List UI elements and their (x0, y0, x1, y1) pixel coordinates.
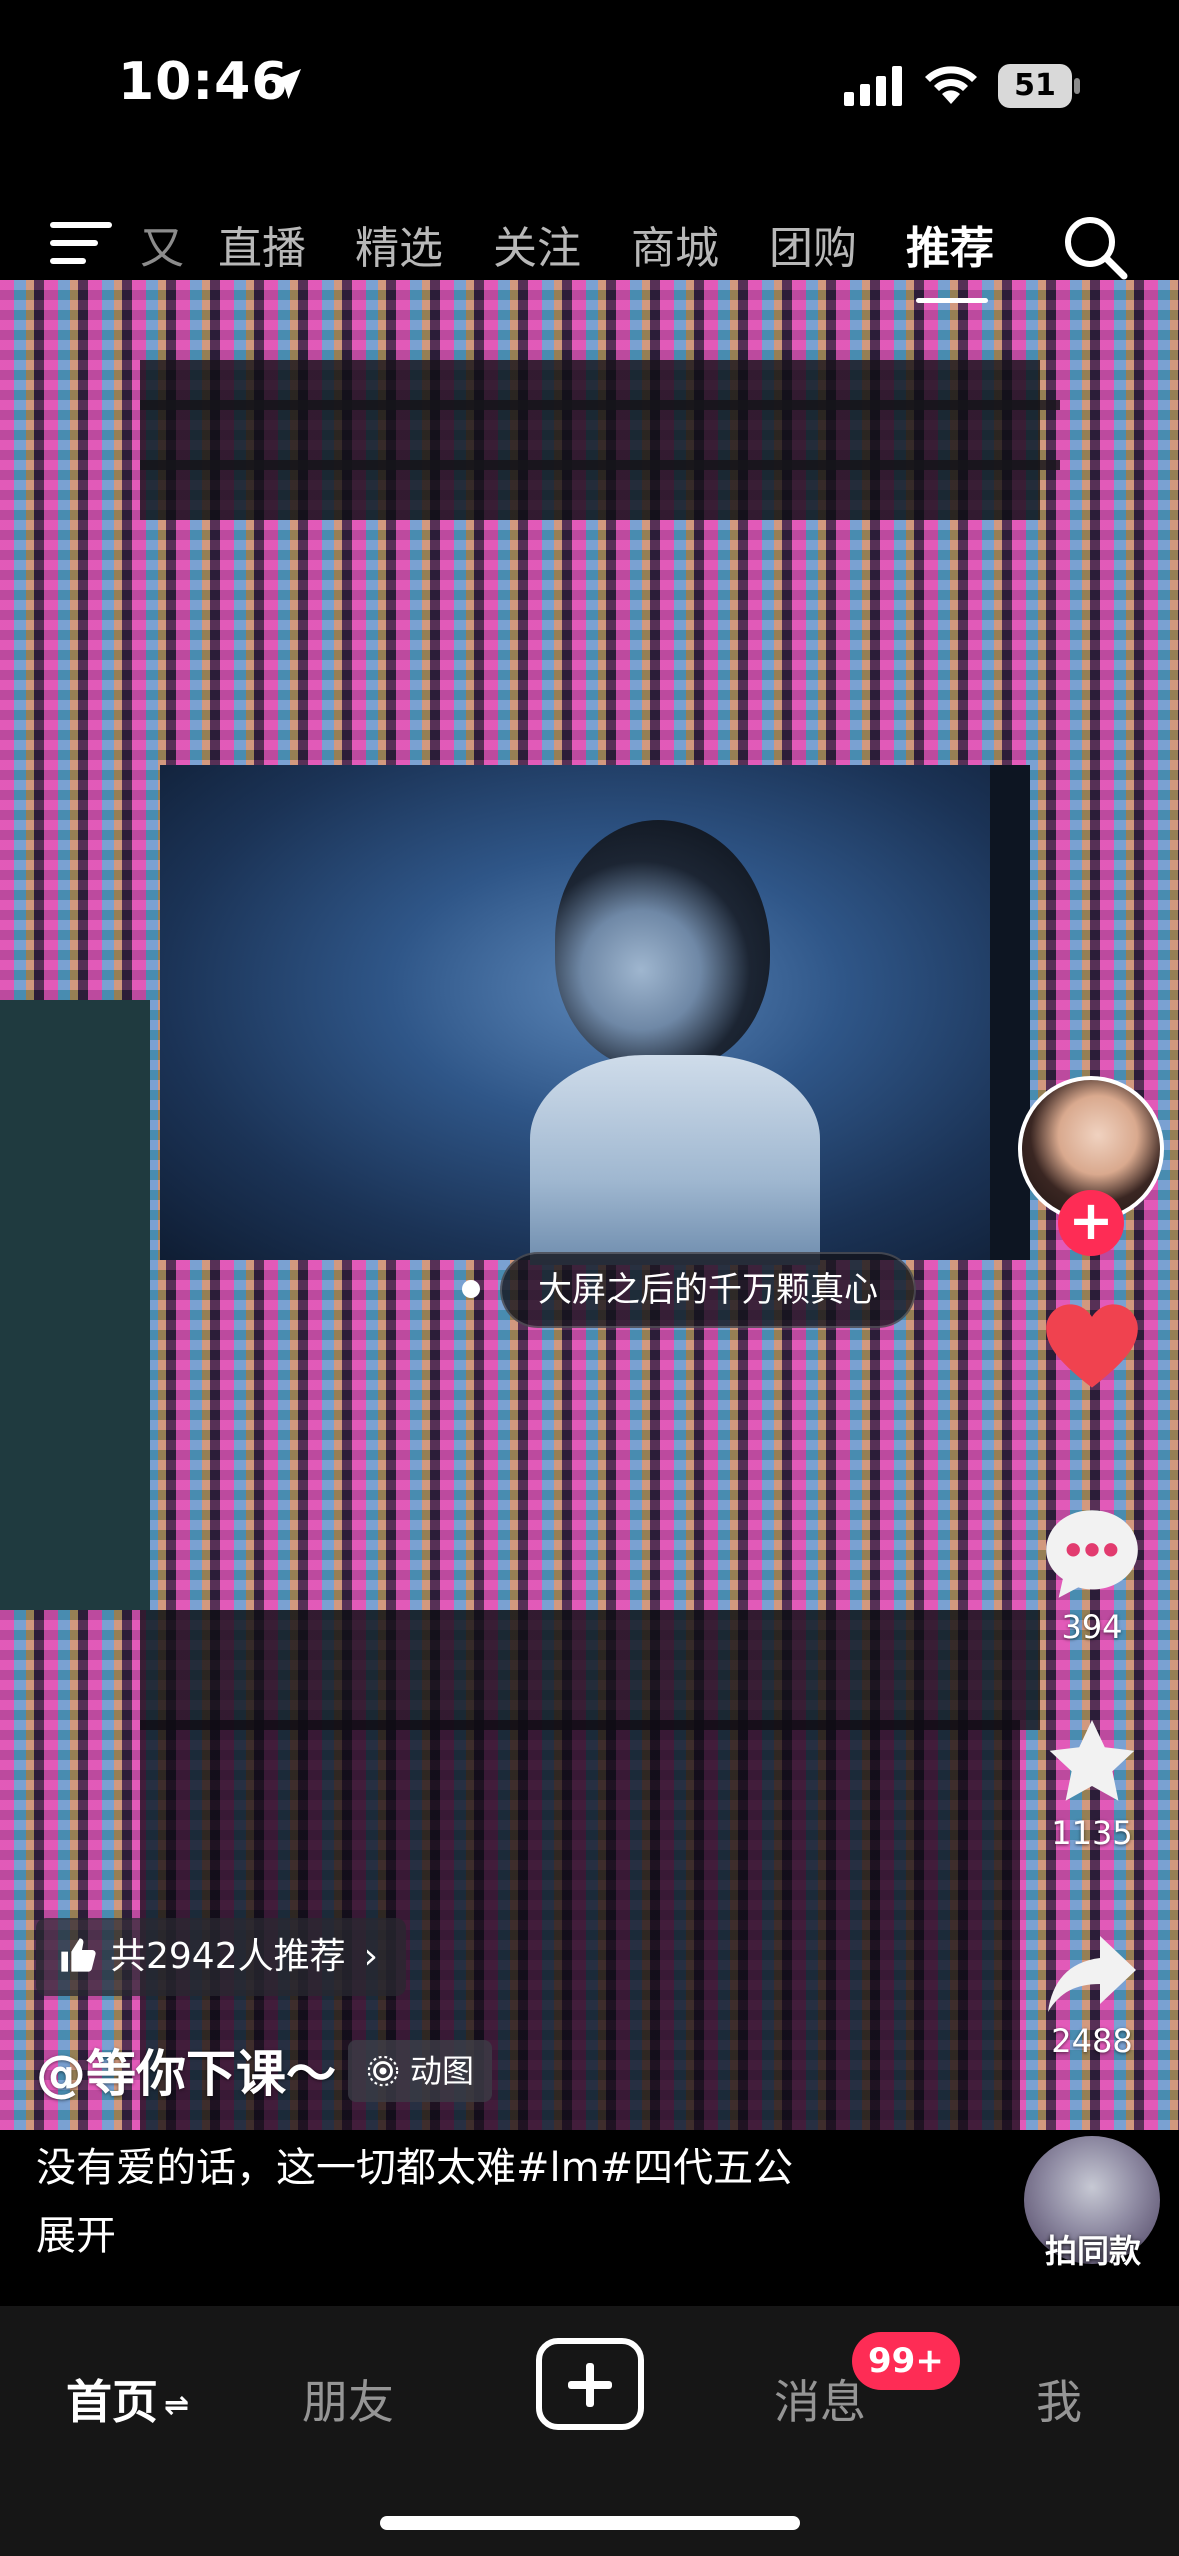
active-tab-indicator (916, 298, 988, 303)
like-button[interactable] (1030, 1300, 1154, 1392)
menu-icon[interactable] (50, 220, 112, 266)
stage-truss (140, 1610, 1040, 1730)
same-style-label[interactable]: 拍同款 (1030, 2226, 1156, 2272)
tab-friends[interactable]: 朋友 (302, 2366, 394, 2432)
tab-me[interactable]: 我 (1036, 2366, 1082, 2432)
battery-cap (1074, 78, 1080, 94)
video-description: 没有爱的话，这一切都太难#lm#四代五公 (36, 2145, 794, 2191)
share-button[interactable]: 2488 (1030, 1932, 1154, 2060)
favorite-button[interactable]: 1135 (1030, 1716, 1154, 1852)
tab-home[interactable]: 首页 ⇌ (66, 2366, 189, 2432)
status-time: 10:46 (118, 52, 289, 112)
animation-ring-icon (367, 2055, 399, 2087)
follow-button[interactable]: + (1058, 1190, 1124, 1256)
stage-beam (140, 400, 1060, 410)
screen-image (160, 765, 990, 1265)
heart-icon (1046, 1304, 1138, 1388)
messages-badge: 99+ (852, 2332, 960, 2390)
recommend-count-pill[interactable]: 共2942人推荐 › (36, 1918, 407, 1996)
performer-head (555, 820, 770, 1070)
tag-label: 动图 (410, 2052, 475, 2090)
tab-mall[interactable]: 商城 (631, 212, 719, 276)
comment-icon (1046, 1510, 1138, 1598)
battery-indicator: 51 (998, 64, 1080, 108)
expand-link[interactable]: 展开 (36, 2208, 116, 2264)
swap-icon: ⇌ (164, 2388, 190, 2423)
wifi-icon (925, 66, 977, 104)
star-icon (1049, 1720, 1135, 1801)
tab-recommend[interactable]: 推荐 (906, 212, 994, 276)
comment-count: 394 (1061, 1608, 1123, 1646)
bottom-tab-bar: 首页 ⇌ 朋友 消息 99+ 我 (0, 2306, 1179, 2556)
chevron-right-icon: › (363, 1936, 379, 1977)
share-arrow-icon (1048, 1936, 1136, 2012)
cellular-signal-icon (844, 66, 902, 106)
animated-tag[interactable]: 动图 (348, 2040, 493, 2102)
create-button[interactable] (536, 2338, 644, 2430)
tab-home-label: 首页 (66, 2375, 158, 2429)
tab-featured[interactable]: 精选 (355, 212, 443, 276)
video-player[interactable] (0, 280, 1179, 2130)
stage-screen (160, 765, 1030, 1265)
thumbs-up-icon (61, 1938, 96, 1972)
tab-messages[interactable]: 消息 (774, 2366, 866, 2432)
tab-live[interactable]: 直播 (218, 212, 306, 276)
status-bar: 10:46 51 (0, 0, 1179, 180)
share-count: 2488 (1051, 2022, 1133, 2060)
tab-group-buy[interactable]: 团购 (769, 212, 857, 276)
search-icon[interactable] (1062, 214, 1128, 280)
favorite-count: 1135 (1051, 1814, 1133, 1852)
top-nav: 又 直播 精选 关注 商城 团购 推荐 (0, 200, 1179, 303)
home-indicator (380, 2516, 800, 2530)
battery-level: 51 (1014, 68, 1056, 103)
tab-following[interactable]: 关注 (493, 212, 581, 276)
stage-wall (0, 1000, 150, 1610)
stage-beam (140, 460, 1060, 470)
author-name[interactable]: @等你下课～ (36, 2034, 336, 2106)
recommend-count-text: 共2942人推荐 (110, 1936, 346, 1977)
video-caption-pill[interactable]: 大屏之后的千万颗真心 (500, 1252, 916, 1328)
location-arrow-icon (271, 69, 301, 99)
performer-body (530, 1055, 820, 1265)
comment-button[interactable]: 394 (1030, 1506, 1154, 1646)
stage-truss (140, 360, 1040, 520)
tab-clipped[interactable]: 又 (140, 212, 184, 276)
caption-dot (462, 1280, 480, 1298)
